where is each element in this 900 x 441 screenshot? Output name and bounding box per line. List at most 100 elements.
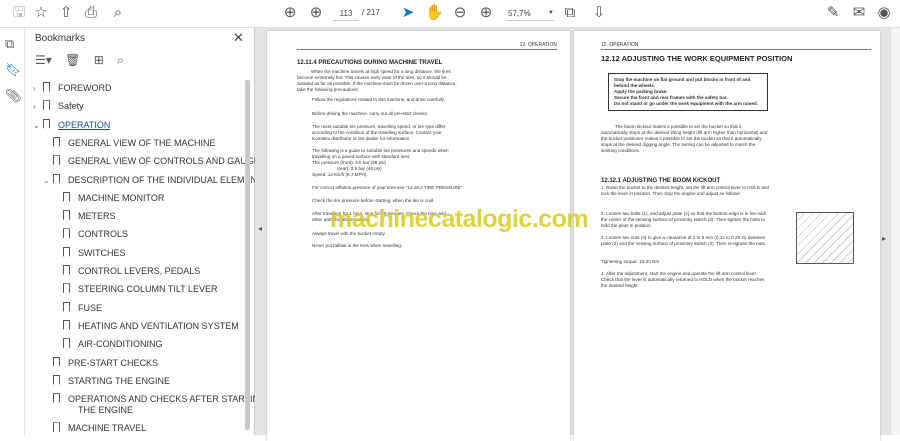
expand-chevron-icon[interactable]: › xyxy=(33,101,43,112)
expand-chevron-icon[interactable]: › xyxy=(33,83,43,94)
bookmark-label: Safety xyxy=(58,101,84,112)
print-icon[interactable]: ⎙ xyxy=(82,4,100,22)
bookmark-item[interactable]: › Safety xyxy=(33,100,84,112)
step: 1. Raise the bucket to the desired heigh… xyxy=(601,185,770,196)
bookmark-label: STARTING THE ENGINE xyxy=(68,375,171,386)
bookmark-flag-icon xyxy=(53,393,60,404)
bookmark-flag-icon xyxy=(63,191,70,202)
bookmark-flag-icon xyxy=(63,265,70,275)
reference: For correct inflation pressure of your t… xyxy=(312,185,464,190)
bookmark-item[interactable]: CONTROLS xyxy=(53,228,128,240)
zoom-dropdown[interactable]: 57,7% ▼ xyxy=(506,6,554,21)
subsection-title: 12.12.1 ADJUSTING THE BOOM KICKOUT xyxy=(601,178,721,184)
bookmark-item[interactable]: › FOREWORD xyxy=(33,82,112,94)
bookmark-item[interactable]: FUSE xyxy=(53,301,103,314)
paragraph: When the machine travels at high speed f… xyxy=(297,69,457,92)
bookmark-label: GENERAL VIEW OF CONTROLS AND GAUGES xyxy=(68,156,266,167)
bookmark-flag-icon xyxy=(53,136,60,147)
hand-tool-icon[interactable]: ✋ xyxy=(425,4,444,22)
zoom-out-icon[interactable]: ⊖ xyxy=(451,4,469,22)
bookmark-flag-icon xyxy=(63,283,70,294)
page-header: 12. OPERATION xyxy=(297,42,557,50)
zoom-value: 57,7% xyxy=(508,9,531,18)
page-number-input[interactable] xyxy=(333,6,359,21)
bookmark-label: MACHINE TRAVEL xyxy=(68,423,147,434)
scroll-mode-icon[interactable]: ⇩ xyxy=(590,4,608,22)
bookmark-label: AIR-CONDITIONING xyxy=(78,339,163,350)
upload-cloud-icon[interactable]: ⇧ xyxy=(57,4,75,22)
bookmark-item[interactable]: ⌄ OPERATION xyxy=(33,118,110,131)
paragraph: The boom kickout makes it possible to se… xyxy=(601,124,768,153)
bookmark-item[interactable]: ⌄ DESCRIPTION OF THE INDIVIDUAL ELEMENTS xyxy=(43,173,269,186)
bookmark-label-cont: THE ENGINE xyxy=(78,405,134,416)
bookmark-label: FOREWORD xyxy=(58,83,112,93)
warning-item: Do not stand or go under the work equipm… xyxy=(614,101,758,106)
zoom-in-icon[interactable]: ⊕ xyxy=(477,4,495,22)
vertical-scrollbar[interactable] xyxy=(890,28,900,435)
scrollbar[interactable] xyxy=(245,80,250,430)
bullet: Never put ballast in the tires when trav… xyxy=(312,243,403,248)
bookmarks-icon[interactable]: 🔖︎ xyxy=(5,62,22,78)
bookmark-label: CONTROL LEVERS, PEDALS xyxy=(78,266,201,276)
bookmark-item[interactable]: GENERAL VIEW OF THE MACHINE xyxy=(43,136,216,149)
bullet: Follow the regulations related to this m… xyxy=(312,97,445,102)
next-page-icon[interactable]: ⊕ xyxy=(307,4,325,22)
save-icon[interactable]: 🖫 xyxy=(10,4,28,22)
bookmark-item[interactable]: OPERATIONS AND CHECKS AFTER STARTING THE … xyxy=(43,393,266,416)
bookmark-item[interactable]: STARTING THE ENGINE xyxy=(43,374,171,387)
bookmark-item[interactable]: CONTROL LEVERS, PEDALS xyxy=(53,265,200,277)
warning-item: Stop the machine on flat ground and put … xyxy=(614,77,751,88)
section-title: 12.12 ADJUSTING THE WORK EQUIPMENT POSIT… xyxy=(601,54,793,63)
bookmark-item[interactable]: STEERING COLUMN TILT LEVER xyxy=(53,283,218,295)
page-total: / 217 xyxy=(362,8,380,17)
bookmark-star-icon[interactable]: ☆ xyxy=(32,4,50,22)
boom-kickout-figure xyxy=(796,212,854,264)
bookmark-item[interactable]: PRE-START CHECKS xyxy=(43,356,158,369)
bookmark-label: GENERAL VIEW OF THE MACHINE xyxy=(68,137,216,148)
mail-icon[interactable]: ✉ xyxy=(850,4,868,22)
bookmark-label: DESCRIPTION OF THE INDIVIDUAL ELEMENTS xyxy=(68,174,269,185)
page-fit-icon[interactable]: ⧉ xyxy=(561,4,579,22)
fill-sign-icon[interactable]: ✎ xyxy=(824,4,842,22)
bookmark-flag-icon xyxy=(53,173,60,184)
step: 3. Loosen two nuts (4) to give a clearan… xyxy=(601,235,767,246)
pages-thumbnail-icon[interactable]: ⧉ xyxy=(5,36,14,52)
bookmark-flag-icon xyxy=(43,100,50,111)
bookmark-flag-icon xyxy=(63,228,70,239)
bookmark-item[interactable]: MACHINE TRAVEL xyxy=(43,422,146,434)
bookmark-item[interactable]: AIR-CONDITIONING xyxy=(53,338,163,350)
bookmark-label: SWITCHES xyxy=(78,247,126,258)
attachments-icon[interactable]: 📎︎ xyxy=(5,88,22,104)
close-icon[interactable]: ✕ xyxy=(233,30,244,46)
bookmark-flag-icon xyxy=(53,422,60,433)
page-header: 12. OPERATION xyxy=(601,42,871,50)
bookmark-item[interactable]: METERS xyxy=(53,210,116,222)
search-icon[interactable]: ⌕ xyxy=(109,4,127,22)
bookmark-flag-icon xyxy=(53,356,60,367)
bullet: Check the tire pressure before starting,… xyxy=(312,198,435,203)
chevron-down-icon: ▼ xyxy=(548,10,554,16)
collapse-panel-icon[interactable]: ◂ xyxy=(258,224,262,233)
bookmark-item[interactable]: MACHINE MONITOR xyxy=(53,191,165,204)
expand-chevron-icon[interactable]: ⌄ xyxy=(33,120,43,131)
expand-chevron-icon[interactable]: ⌄ xyxy=(43,175,53,186)
bookmark-label: MACHINE MONITOR xyxy=(78,192,165,203)
select-cursor-icon[interactable]: ➤ xyxy=(399,4,417,22)
account-icon[interactable]: ◉ xyxy=(875,4,893,22)
left-rail: ⧉ 🔖︎ 📎︎ xyxy=(0,28,25,435)
bookmark-flag-icon xyxy=(63,338,70,349)
bookmark-item[interactable]: SWITCHES xyxy=(53,246,126,259)
bookmark-item[interactable]: HEATING AND VENTILATION SYSTEM xyxy=(53,319,239,332)
find-bookmark-icon[interactable]: ⌕ xyxy=(117,53,124,67)
expand-panel-icon[interactable]: ▸ xyxy=(882,234,886,243)
bookmark-label: METERS xyxy=(78,211,116,222)
bookmark-label: FUSE xyxy=(78,302,103,313)
previous-page-icon[interactable]: ⊕ xyxy=(281,4,299,22)
bookmark-item[interactable]: GENERAL VIEW OF CONTROLS AND GAUGES xyxy=(43,155,266,167)
bullet: Before driving the machine, carry out al… xyxy=(312,111,429,116)
delete-icon[interactable]: 🗑︎ xyxy=(65,53,80,67)
new-bookmark-icon[interactable]: ⊞ xyxy=(94,53,104,67)
warning-box: Stop the machine on flat ground and put … xyxy=(608,73,768,111)
bullet: The most suitable tire pressure, travell… xyxy=(312,124,446,141)
options-menu-icon[interactable]: ☰▾ xyxy=(35,53,52,67)
